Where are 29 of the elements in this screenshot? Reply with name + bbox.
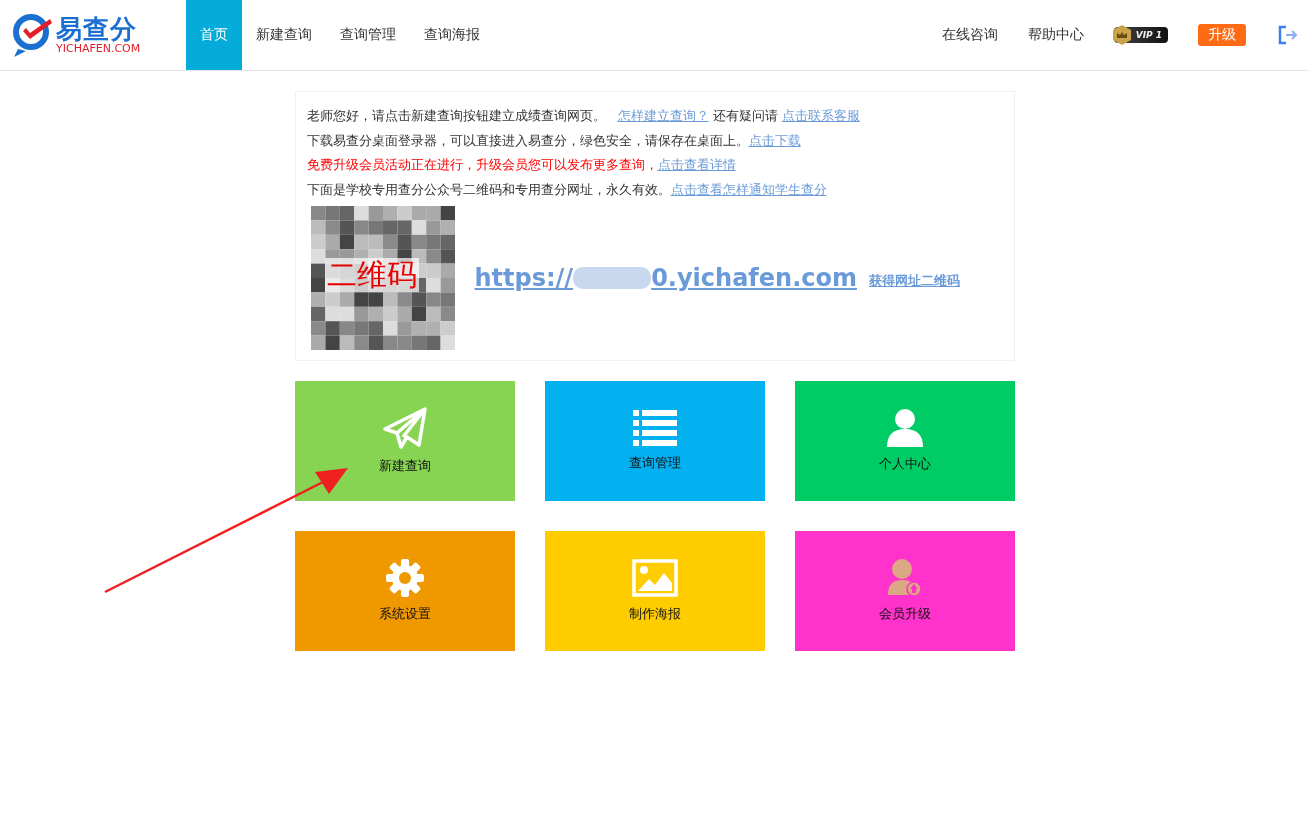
- picture-icon: [631, 559, 678, 597]
- logout-icon[interactable]: [1278, 25, 1298, 45]
- menu-tile[interactable]: 新建查询: [294, 381, 515, 501]
- magnifier-check-icon: [12, 13, 54, 57]
- vip-badge[interactable]: VIP 1: [1113, 27, 1168, 43]
- paper-plane-icon: [382, 407, 427, 449]
- nav-tab[interactable]: 查询海报: [410, 0, 494, 70]
- qr-label: 二维码: [324, 258, 419, 292]
- menu-tile[interactable]: 个人中心: [794, 381, 1015, 501]
- logo[interactable]: 易查分 YICHAFEN.COM: [12, 13, 186, 57]
- logo-domain: YICHAFEN.COM: [56, 43, 141, 55]
- nav-tab[interactable]: 新建查询: [242, 0, 326, 70]
- menu-tile[interactable]: 会员升级: [794, 531, 1015, 651]
- notice-line: 下载易查分桌面登录器，可以直接进入易查分，绿色安全，请保存在桌面上。点击下载: [306, 131, 802, 150]
- crown-icon: [1111, 24, 1132, 46]
- settings-icon: [385, 559, 424, 597]
- notice-line: 免费升级会员活动正在进行，升级会员您可以发布更多查询，点击查看详情: [306, 156, 737, 174]
- list-icon: [632, 410, 677, 446]
- notice-line: 下面是学校专用查分公众号二维码和专用查分网址，永久有效。点击查看怎样通知学生查分: [306, 180, 828, 199]
- user-upgrade-icon: [887, 559, 922, 597]
- logo-name: 易查分: [56, 15, 138, 43]
- nav-tab[interactable]: 查询管理: [326, 0, 410, 70]
- user-icon: [886, 409, 923, 447]
- menu-tile[interactable]: 查询管理: [544, 381, 765, 501]
- header-link[interactable]: 在线咨询: [941, 26, 998, 44]
- menu-tile[interactable]: 系统设置: [294, 531, 515, 651]
- header-link[interactable]: 帮助中心: [1027, 26, 1084, 44]
- menu-tile[interactable]: 制作海报: [544, 531, 765, 651]
- notice-line: 老师您好，请点击新建查询按钮建立成绩查询网页。 怎样建立查询？ 还有疑问请 点击联系客服: [306, 107, 861, 125]
